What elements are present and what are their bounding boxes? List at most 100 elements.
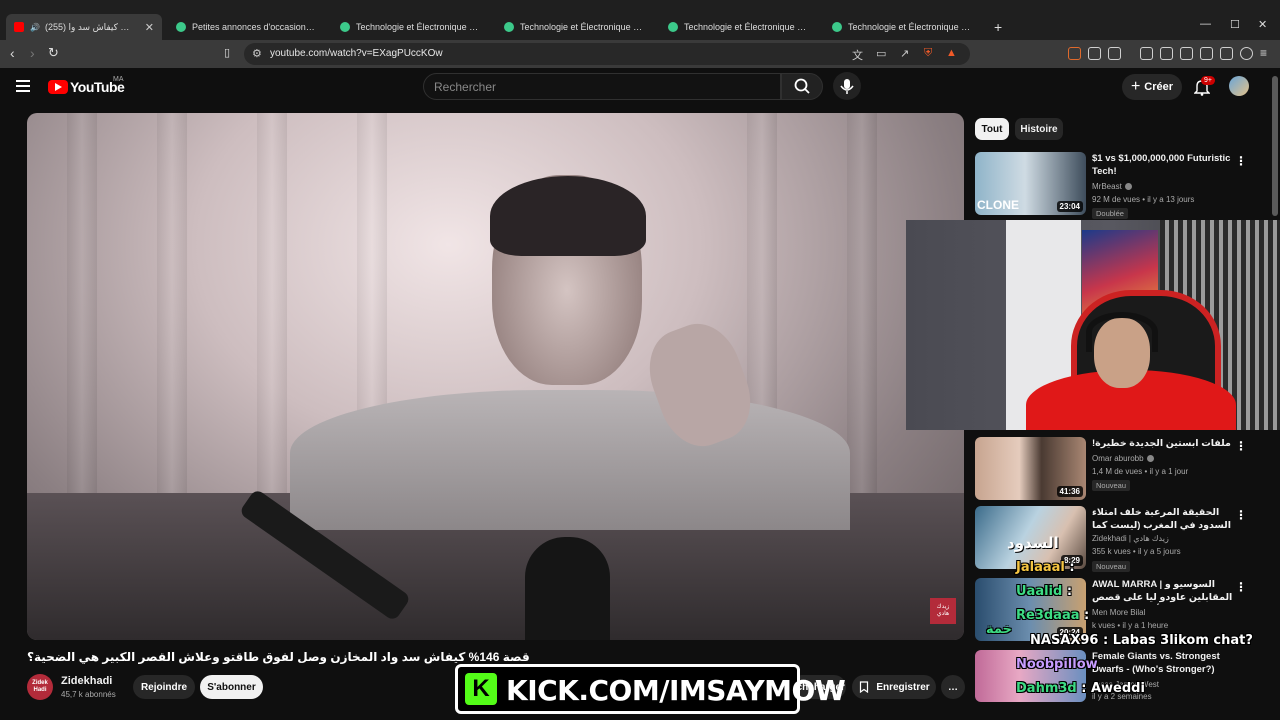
chat-message: Jalaaal : <box>1016 560 1075 575</box>
save-button[interactable]: Enregistrer <box>852 675 936 699</box>
new-badge: Nouveau <box>1092 480 1131 491</box>
tab-title: (255) قصة 146% كيفاش سد وا <box>44 21 137 32</box>
back-icon[interactable]: ‹ <box>10 46 15 60</box>
chat-text: Labas 3likom chat? <box>1112 633 1253 648</box>
profile-icon[interactable] <box>1240 47 1253 60</box>
chat-text: خمة <box>986 622 1012 637</box>
create-label: Créer <box>1144 81 1174 93</box>
reload-icon[interactable]: ↻ <box>48 46 59 60</box>
channel-name[interactable]: Zidekhadi <box>61 675 112 687</box>
channel-avatar[interactable]: Zidek Hadi <box>27 674 53 700</box>
wallet-icon[interactable] <box>1180 47 1193 60</box>
tab-technologie-4[interactable]: Technologie et Électronique d'Occas <box>824 14 980 40</box>
more-options-icon[interactable]: ⋮ <box>1235 508 1247 522</box>
youtube-logo-icon[interactable] <box>48 80 68 94</box>
channel-label: MrBeast <box>1092 182 1122 191</box>
search-box[interactable] <box>423 73 781 100</box>
channel-label: Omar aburobb <box>1092 454 1144 463</box>
video-thumbnail[interactable]: 41:36 <box>975 437 1086 500</box>
chip-history[interactable]: Histoire <box>1015 118 1063 140</box>
recommendation-meta: 92 M de vues • il y a 13 jours <box>1092 195 1195 204</box>
chat-username: NASAX96 <box>1030 633 1099 648</box>
curtain-fold <box>67 113 97 513</box>
url-text[interactable]: youtube.com/watch?v=EXagPUccKOw <box>270 48 443 59</box>
more-options-icon[interactable]: ⋮ <box>1235 439 1247 453</box>
chat-message: Dahm3d : Aweddi <box>1016 681 1145 696</box>
chat-separator: : <box>1062 584 1073 599</box>
close-window-icon[interactable]: ✕ <box>1258 18 1267 31</box>
translate-icon[interactable]: 文 <box>852 47 863 63</box>
recommendation-item[interactable]: 41:36 ملفات ابستين الجديدة خطيرة! Omar a… <box>975 437 1265 503</box>
join-button[interactable]: Rejoindre <box>133 675 195 699</box>
subscribe-button[interactable]: S'abonner <box>200 675 263 699</box>
search-button[interactable] <box>781 73 823 100</box>
leo-icon[interactable] <box>1200 47 1213 60</box>
close-icon[interactable]: ✕ <box>145 21 154 34</box>
recommendation-title[interactable]: الحقيقة المرعبة خلف امتلاء السدود في الم… <box>1092 506 1242 533</box>
recommendation-meta: k vues • il y a 1 heure <box>1092 621 1169 630</box>
tab-title: Technologie et Électronique d'Occas <box>356 22 480 32</box>
save-label: Enregistrer <box>876 681 930 693</box>
search-input[interactable] <box>434 80 764 94</box>
more-options-icon[interactable]: ⋮ <box>1235 154 1247 168</box>
chat-text: Aweddi <box>1090 681 1145 696</box>
recommendation-item[interactable]: CLONE 23:04 $1 vs $1,000,000,000 Futuris… <box>975 152 1265 219</box>
recommendation-channel[interactable]: MrBeast <box>1092 182 1132 191</box>
verified-icon <box>1146 455 1154 463</box>
new-tab-button[interactable]: + <box>986 14 1008 40</box>
more-actions-button[interactable]: … <box>941 675 965 699</box>
plus-icon: + <box>1130 78 1141 95</box>
bookmark-icon[interactable]: ▯ <box>224 46 230 60</box>
cast-icon[interactable]: ▭ <box>876 47 886 60</box>
thumbnail-caption: CLONE <box>977 198 1019 212</box>
speaker-body <box>290 390 850 530</box>
chat-username: Uaalid <box>1016 584 1063 599</box>
tab-youtube[interactable]: 🔊 (255) قصة 146% كيفاش سد وا ✕ <box>6 14 162 40</box>
browser-menu-icon[interactable]: ≡ <box>1260 46 1267 60</box>
tab-technologie-3[interactable]: Technologie et Électronique d'Occas <box>660 14 816 40</box>
minimize-icon[interactable]: — <box>1200 18 1211 30</box>
video-player[interactable] <box>27 113 964 640</box>
voice-search-button[interactable] <box>833 72 861 100</box>
notification-badge: 9+ <box>1201 76 1215 85</box>
puzzle-icon[interactable] <box>1088 47 1101 60</box>
chat-message: NASAX96 : Labas 3likom chat? <box>1030 633 1253 648</box>
music-icon[interactable] <box>1140 47 1153 60</box>
recommendation-title[interactable]: AWAL MARRA | السوسيو و المقابلين عاودو ل… <box>1092 578 1242 605</box>
maximize-icon[interactable]: ☐ <box>1230 18 1240 31</box>
hamburger-menu-icon[interactable] <box>16 80 30 92</box>
chat-message: خمة <box>986 622 1012 637</box>
tab-title: Petites annonces d'occasion, gratuite <box>192 22 316 32</box>
streamer-webcam-overlay <box>906 220 1280 430</box>
recommendation-title[interactable]: Female Giants vs. Strongest Dwarfs - (Wh… <box>1092 650 1242 676</box>
omnibox[interactable]: ⚙ youtube.com/watch?v=EXagPUccKOw 文 ▭ ↗ … <box>244 43 970 65</box>
tab-petites-annonces[interactable]: Petites annonces d'occasion, gratuite <box>168 14 324 40</box>
recommendation-channel[interactable]: Omar aburobb <box>1092 454 1154 463</box>
recommendation-channel[interactable]: Men More Bilal <box>1092 608 1145 617</box>
chat-username: Re3daaa <box>1016 608 1080 623</box>
account-avatar[interactable] <box>1229 76 1249 96</box>
downloads-icon[interactable] <box>1108 47 1121 60</box>
speaker-hair <box>490 176 646 256</box>
create-button[interactable]: + Créer <box>1122 74 1182 100</box>
vpn-icon[interactable] <box>1220 47 1233 60</box>
forward-icon[interactable]: › <box>30 46 35 60</box>
recommendation-title[interactable]: $1 vs $1,000,000,000 Futuristic Tech! <box>1092 152 1242 178</box>
chip-all[interactable]: Tout <box>975 118 1009 140</box>
share-icon[interactable]: ↗ <box>900 47 909 60</box>
extension-icon[interactable] <box>1068 47 1081 60</box>
tab-technologie-1[interactable]: Technologie et Électronique d'Occas <box>332 14 488 40</box>
channel-watermark[interactable]: زيدك هادي <box>930 598 956 624</box>
site-info-icon[interactable]: ⚙ <box>252 47 262 60</box>
more-options-icon[interactable]: ⋮ <box>1235 580 1247 594</box>
page-scrollbar[interactable] <box>1272 76 1278 216</box>
sidebar-icon[interactable] <box>1160 47 1173 60</box>
tab-technologie-2[interactable]: Technologie et Électronique d'Occas <box>496 14 652 40</box>
recommendation-channel[interactable]: Zidekhadi | زيدك هادي <box>1092 534 1169 543</box>
brave-rewards-icon[interactable]: ▲ <box>946 47 957 59</box>
recommendation-title[interactable]: ملفات ابستين الجديدة خطيرة! <box>1092 437 1242 450</box>
recommendation-meta: 355 k vues • il y a 5 jours <box>1092 547 1181 556</box>
chat-message: Noobpillow <box>1016 657 1098 672</box>
video-thumbnail[interactable]: CLONE 23:04 <box>975 152 1086 215</box>
brave-shield-icon[interactable]: ⛨ <box>924 47 932 60</box>
